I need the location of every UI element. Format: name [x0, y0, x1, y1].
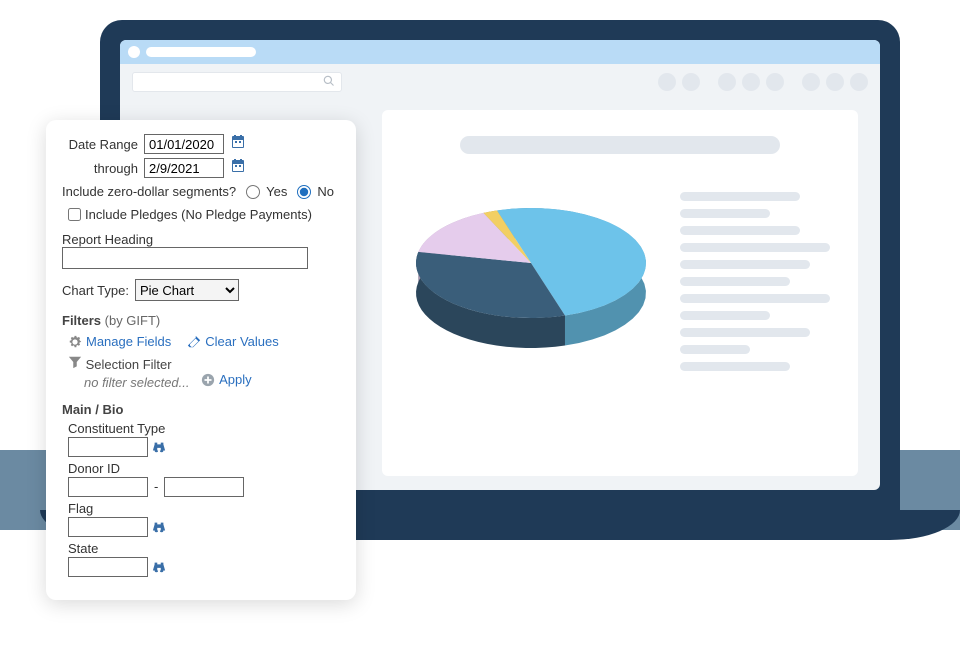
calendar-icon[interactable] [230, 134, 246, 154]
titlebar-dot [128, 46, 140, 58]
legend-line [680, 294, 830, 303]
legend-line [680, 328, 810, 337]
state-label: State [68, 541, 340, 556]
zero-dollar-question: Include zero-dollar segments? [62, 184, 236, 199]
titlebar-title-placeholder [146, 47, 256, 57]
date-range-label: Date Range [62, 137, 138, 152]
filters-by: (by GIFT) [105, 313, 161, 328]
through-label: through [62, 161, 138, 176]
search-input[interactable] [132, 72, 342, 92]
date-start-input[interactable] [144, 134, 224, 154]
apply-filter-link[interactable]: Apply [201, 372, 252, 387]
selection-filter-label: Selection Filter [86, 357, 172, 372]
clear-values-link[interactable]: Clear Values [187, 334, 278, 349]
nav-placeholder [658, 73, 868, 91]
legend-line [680, 243, 830, 252]
chart-type-select[interactable]: Pie Chart [135, 279, 239, 301]
report-heading-label: Report Heading [62, 232, 340, 247]
donor-id-label: Donor ID [68, 461, 340, 476]
report-heading-input[interactable] [62, 247, 308, 269]
calendar-icon[interactable] [230, 158, 246, 178]
report-card [382, 110, 858, 476]
legend-line [680, 260, 810, 269]
binoculars-icon[interactable] [152, 520, 166, 534]
report-title-placeholder [460, 136, 780, 154]
include-pledges-checkbox[interactable] [68, 208, 81, 221]
zero-dollar-yes-label[interactable]: Yes [266, 184, 287, 199]
search-icon [323, 75, 335, 90]
funnel-icon [68, 355, 82, 369]
state-input[interactable] [68, 557, 148, 577]
binoculars-icon[interactable] [152, 560, 166, 574]
pie-chart [410, 188, 652, 363]
manage-fields-link[interactable]: Manage Fields [68, 334, 171, 349]
zero-dollar-no-radio[interactable] [297, 185, 311, 199]
no-filter-text: no filter selected... [84, 375, 190, 390]
legend-line [680, 311, 770, 320]
flag-label: Flag [68, 501, 340, 516]
legend-line [680, 362, 790, 371]
binoculars-icon[interactable] [152, 440, 166, 454]
report-settings-panel: Date Range through Include zero-dollar s… [46, 120, 356, 600]
legend-line [680, 226, 800, 235]
donor-id-to-input[interactable] [164, 477, 244, 497]
chart-legend [680, 188, 830, 371]
filters-heading: Filters [62, 313, 101, 328]
flag-input[interactable] [68, 517, 148, 537]
date-end-input[interactable] [144, 158, 224, 178]
toolbar [120, 64, 880, 100]
gear-icon [68, 335, 82, 349]
zero-dollar-no-label[interactable]: No [317, 184, 334, 199]
legend-line [680, 192, 800, 201]
window-titlebar [120, 40, 880, 64]
constituent-type-label: Constituent Type [68, 421, 340, 436]
eraser-icon [187, 335, 201, 349]
include-pledges-label[interactable]: Include Pledges (No Pledge Payments) [85, 207, 312, 222]
donor-id-from-input[interactable] [68, 477, 148, 497]
zero-dollar-yes-radio[interactable] [246, 185, 260, 199]
plus-circle-icon [201, 373, 215, 387]
legend-line [680, 209, 770, 218]
range-dash: - [152, 479, 160, 494]
constituent-type-input[interactable] [68, 437, 148, 457]
main-bio-heading: Main / Bio [62, 402, 340, 417]
chart-type-label: Chart Type: [62, 283, 129, 298]
legend-line [680, 345, 750, 354]
legend-line [680, 277, 790, 286]
